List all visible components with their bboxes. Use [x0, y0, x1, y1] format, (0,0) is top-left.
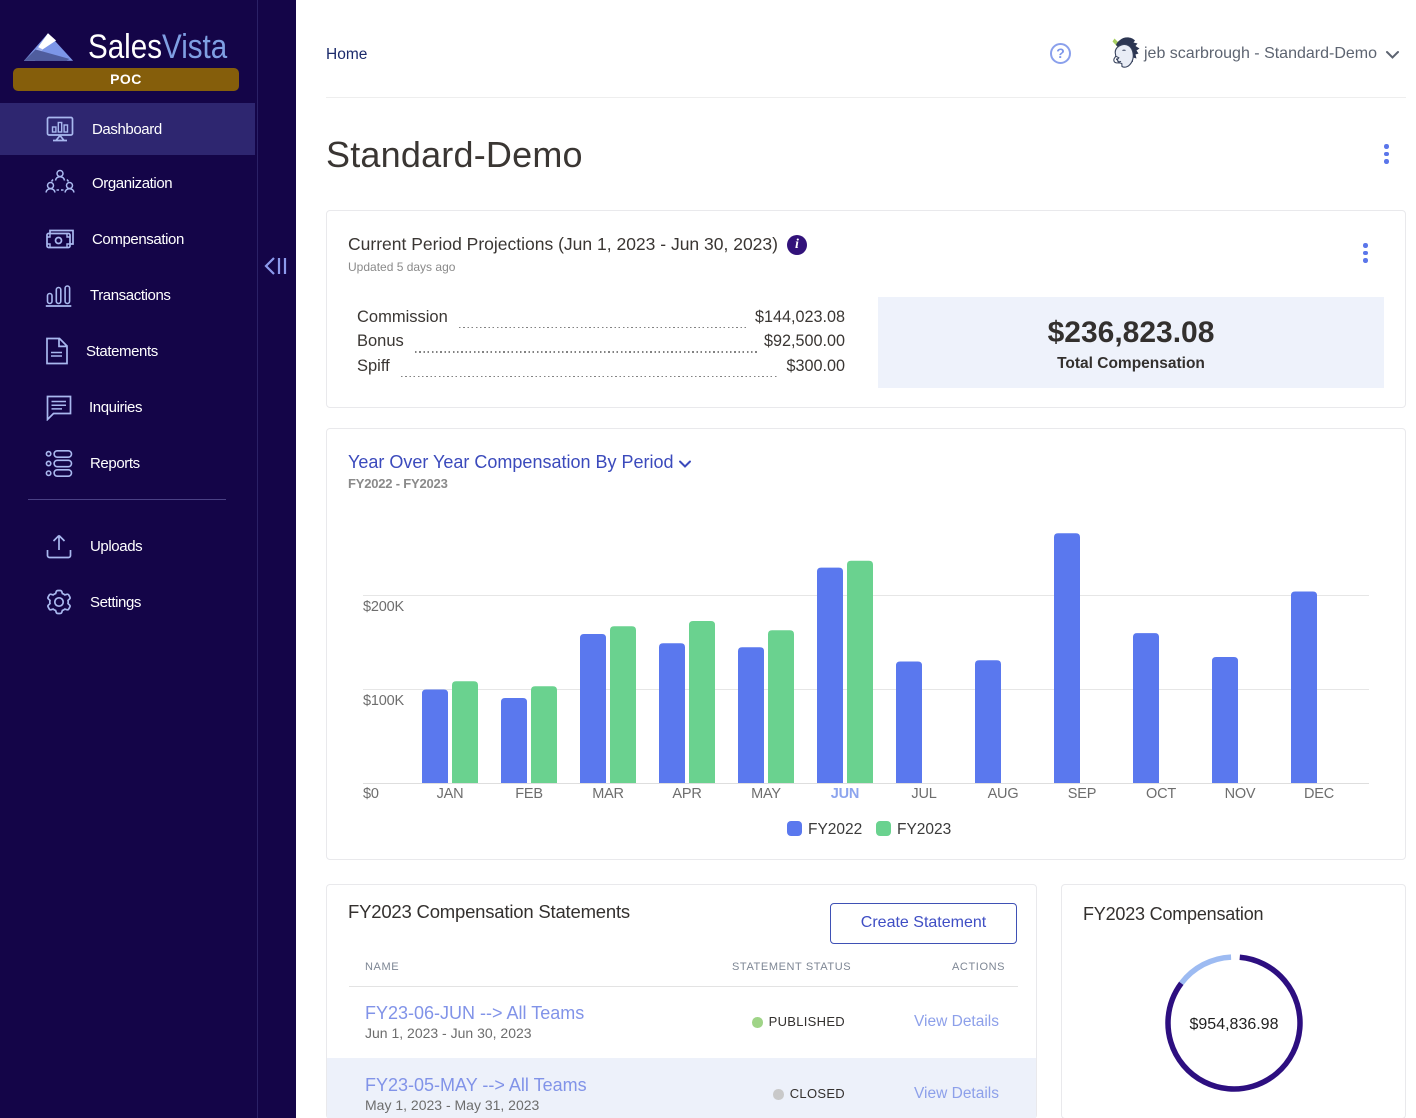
- svg-text:SEP: SEP: [1068, 786, 1096, 802]
- svg-text:DEC: DEC: [1304, 786, 1334, 802]
- svg-text:OCT: OCT: [1146, 786, 1176, 802]
- svg-text:MAY: MAY: [751, 786, 781, 802]
- svg-text:JUL: JUL: [911, 786, 936, 802]
- svg-text:FY2022: FY2022: [808, 821, 862, 838]
- svg-text:$100K: $100K: [363, 693, 404, 709]
- svg-text:$954,836.98: $954,836.98: [1190, 1016, 1279, 1033]
- svg-text:$0: $0: [363, 786, 379, 802]
- svg-text:JAN: JAN: [437, 786, 464, 802]
- svg-text:AUG: AUG: [988, 786, 1019, 802]
- svg-text:FEB: FEB: [515, 786, 543, 802]
- svg-text:FY2023: FY2023: [897, 821, 951, 838]
- svg-text:APR: APR: [672, 786, 701, 802]
- svg-text:$200K: $200K: [363, 599, 404, 615]
- svg-text:NOV: NOV: [1225, 786, 1256, 802]
- svg-text:JUN: JUN: [831, 786, 859, 802]
- svg-text:MAR: MAR: [592, 786, 624, 802]
